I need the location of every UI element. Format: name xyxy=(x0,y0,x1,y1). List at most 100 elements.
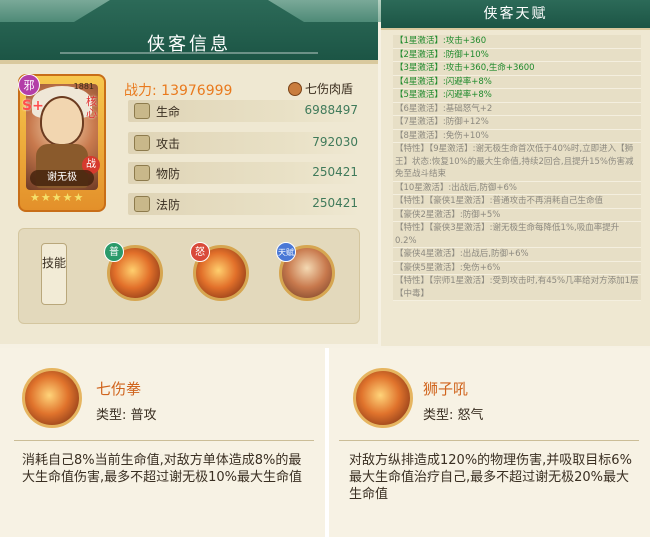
talent-item-prefix: 【4星激活】: xyxy=(395,76,446,87)
skill-description: 对敌方纵排造成120%的物理伤害,并吸取目标6%最大生命值治疗自己,最多不超过谢… xyxy=(349,453,632,502)
talent-item-text: 出战后,防御+6% xyxy=(451,182,517,193)
talent-item-prefix: 【豪侠4星激活】: xyxy=(395,249,463,259)
talent-item: 【7星激活】:防御+12% xyxy=(393,116,641,130)
stat-value: 792030 xyxy=(312,135,358,149)
star-rating: ★★★★★ xyxy=(30,191,85,204)
talent-item: 【8星激活】:免伤+10% xyxy=(393,129,641,143)
talent-item-prefix: 【7星激活】: xyxy=(395,117,446,127)
power-display: 战力: 13976999 xyxy=(124,80,232,100)
talent-item-prefix: 【2星激活】: xyxy=(395,49,446,60)
rank-label: S+ xyxy=(22,98,44,114)
fist-skill-icon[interactable]: 普 xyxy=(104,242,163,301)
skill-type-value: 普攻 xyxy=(130,408,157,423)
talent-item-prefix: 【豪侠2星激活】: xyxy=(395,209,463,220)
stat-name: 生命 xyxy=(156,105,181,119)
skill-detail-left: 七伤拳 类型: 普攻 消耗自己8%当前生命值,对敌方单体造成8%的最大生命值伤害… xyxy=(0,348,325,537)
talent-item: 【特性】【9星激活】:谢无极生命首次低于40%时,立即进入【狮王】状态:恢复10… xyxy=(393,143,641,182)
skill-type: 类型: 普攻 xyxy=(96,404,157,423)
skills-tab-button[interactable]: 技能 xyxy=(41,243,67,305)
roof-decoration-right xyxy=(268,0,388,22)
hero-face xyxy=(40,96,84,146)
talent-title: 侠客天赋 xyxy=(381,0,650,30)
talent-item: 【3星激活】:攻击+360,生命+3600 xyxy=(393,62,641,76)
talent-item-prefix: 【特性】 xyxy=(395,144,430,154)
talent-panel: 侠客天赋 【1星激活】:攻击+360 【2星激活】:防御+10% 【3星激活】:攻击… xyxy=(381,0,650,346)
talent-item-prefix: 【特性】 xyxy=(395,196,430,206)
skill-description: 消耗自己8%当前生命值,对敌方单体造成8%的最大生命值伤害,最多不超过谢无极10… xyxy=(22,453,303,485)
talent-item-text: 防御+10% xyxy=(445,49,489,60)
rage-badge: 怒 xyxy=(190,242,210,262)
separator-line xyxy=(339,440,639,441)
heart-icon xyxy=(134,103,150,119)
stat-row-hp: 生命 6988497 xyxy=(128,100,360,122)
skill-detail-right: 狮子吼 类型: 怒气 对敌方纵排造成120%的物理伤害,并吸取目标6%最大生命值… xyxy=(329,348,650,537)
talent-item-text: 闪避率+8% xyxy=(445,76,492,87)
skill-type-label: 类型: xyxy=(423,408,454,423)
stat-row-physical-defense: 物防 250421 xyxy=(128,162,360,184)
skills-section: 技能 普 怒 天赋 xyxy=(18,228,360,324)
talent-item: 【4星激活】:闪避率+8% xyxy=(393,75,641,89)
talent-item: 【6星激活】:基础怒气+2 xyxy=(393,102,641,116)
power-value: 13976999 xyxy=(161,83,233,99)
talent-list[interactable]: 【1星激活】:攻击+360 【2星激活】:防御+10% 【3星激活】:攻击+360,… xyxy=(393,35,641,301)
hero-card[interactable]: 邪 S+ 核心 战 1881 谢无极 ★★★★★ xyxy=(18,74,106,212)
talent-item-prefix: 【10星激活】: xyxy=(395,182,452,193)
talent-item-prefix: 【5星激活】: xyxy=(395,90,446,100)
talent-item-prefix: 【1星激活】: xyxy=(395,36,446,46)
normal-attack-badge: 普 xyxy=(104,242,124,262)
talent-portrait-icon[interactable]: 天赋 xyxy=(276,242,335,301)
talent-item-text: 攻击+360,生命+3600 xyxy=(445,63,535,73)
separator-line xyxy=(14,440,314,441)
talent-item: 【2星激活】:防御+10% xyxy=(393,48,641,62)
sword-icon xyxy=(134,135,150,151)
talent-item-text: 攻击+360 xyxy=(445,36,487,46)
roof-decoration-left xyxy=(0,0,110,22)
talent-item-prefix: 【特性】 xyxy=(395,276,430,286)
faction-badge: 邪 xyxy=(18,74,40,96)
skill-type-label: 类型: xyxy=(96,408,127,423)
talent-item: 【特性】【宗师1星激活】:受到攻击时,有45%几率给对方添加1层【中毒】 xyxy=(393,275,641,301)
magic-shield-icon xyxy=(134,196,150,212)
talent-item: 【豪侠4星激活】:出战后,防御+6% xyxy=(393,248,641,262)
skill-name: 七伤拳 xyxy=(96,380,142,398)
talent-item: 【豪侠5星激活】:免伤+6% xyxy=(393,261,641,275)
stat-value: 6988497 xyxy=(304,103,358,117)
core-label: 核心 xyxy=(86,95,97,120)
talent-item-prefix: 【6星激活】: xyxy=(395,103,446,114)
talent-item: 【豪侠2星激活】:防御+5% xyxy=(393,208,641,222)
fist-skill-icon xyxy=(22,368,82,428)
skill-type: 类型: 怒气 xyxy=(423,404,484,423)
talent-item-text: 闪避率+8% xyxy=(445,90,492,100)
shield-icon xyxy=(134,165,150,181)
talent-item-prefix: 【特性】 xyxy=(395,223,430,233)
hero-name: 谢无极 xyxy=(30,170,94,186)
stat-value: 250421 xyxy=(312,165,358,179)
stat-name: 法防 xyxy=(156,198,181,212)
talent-item-text: 【豪侠3星激活】:谢无极生命每降低1%,吸血率提升0.2% xyxy=(395,223,620,246)
talent-item: 【10星激活】:出战后,防御+6% xyxy=(393,181,641,195)
stat-row-attack: 攻击 792030 xyxy=(128,132,360,154)
talent-item: 【特性】【豪侠3星激活】:谢无极生命每降低1%,吸血率提升0.2% xyxy=(393,222,641,248)
talent-item-text: 出战后,防御+6% xyxy=(462,249,529,259)
talent-item-prefix: 【3星激活】: xyxy=(395,63,446,73)
talent-item-text: 【豪侠1星激活】:普通攻击不再消耗自己生命值 xyxy=(429,196,604,206)
talent-item-text: 基础怒气+2 xyxy=(445,103,493,114)
talent-badge: 天赋 xyxy=(276,242,296,262)
skill-name: 狮子吼 xyxy=(423,380,469,398)
lion-roar-skill-icon[interactable]: 怒 xyxy=(190,242,249,301)
talent-item-prefix: 【8星激活】: xyxy=(395,130,446,141)
hero-info-header: 侠客信息 xyxy=(0,0,388,64)
talent-item-text: 【9星激活】:谢无极生命首次低于40%时,立即进入【狮王】状态:恢复10%的最大… xyxy=(395,144,634,179)
stat-row-magic-defense: 法防 250421 xyxy=(128,193,360,215)
stat-name: 攻击 xyxy=(156,137,181,151)
talent-item: 【1星激活】:攻击+360 xyxy=(393,35,641,49)
hero-info-panel: 侠客信息 邪 S+ 核心 战 1881 谢无极 ★★★★★ 战力: 139769… xyxy=(0,0,388,344)
role-icon xyxy=(288,81,302,96)
skill-type-value: 怒气 xyxy=(457,408,484,423)
stat-name: 物防 xyxy=(156,167,181,181)
title-divider xyxy=(60,52,318,54)
talent-item-text: 免伤+10% xyxy=(445,130,489,141)
talent-item-text: 【宗师1星激活】:受到攻击时,有45%几率给对方添加1层【中毒】 xyxy=(395,276,639,299)
stat-value: 250421 xyxy=(312,196,358,210)
role-label: 七伤肉盾 xyxy=(305,82,354,96)
